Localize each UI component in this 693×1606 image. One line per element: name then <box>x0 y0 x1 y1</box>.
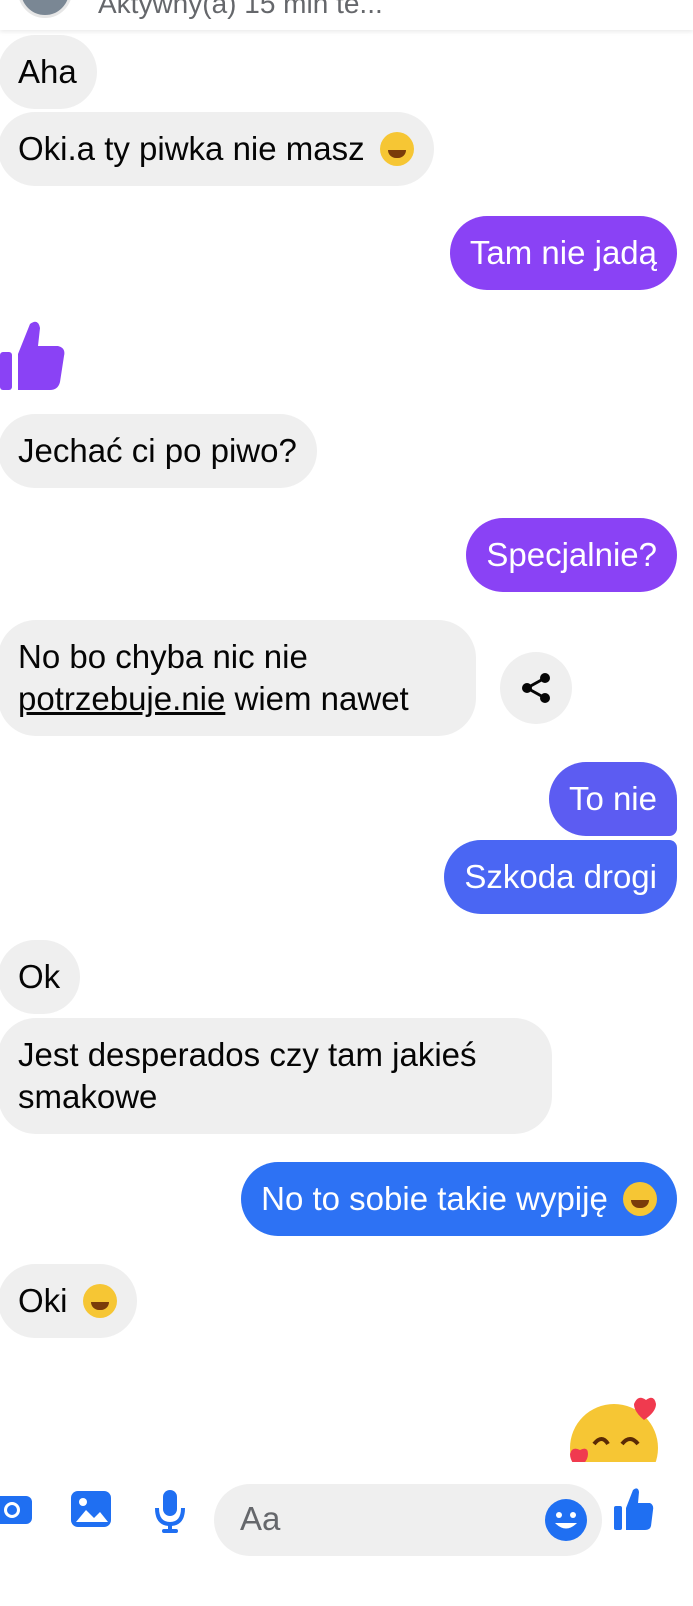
message-text: Specjalnie? <box>486 536 657 573</box>
message-text: Oki <box>18 1282 68 1319</box>
message-text: Jest desperados czy tam jakieś smakowe <box>18 1036 477 1115</box>
message-text: Tam nie jadą <box>469 234 657 271</box>
message-input[interactable]: Aa <box>214 1484 602 1556</box>
message-text: Oki.a ty piwka nie masz <box>18 130 365 167</box>
message-link[interactable]: potrzebuje.nie <box>18 680 225 717</box>
message-text: Jechać ci po piwo? <box>18 432 297 469</box>
smiley-icon <box>545 1499 587 1541</box>
message-outgoing[interactable]: Szkoda drogi <box>444 840 677 914</box>
message-text: No bo chyba nic nie <box>18 638 308 675</box>
message-text: wiem nawet <box>225 680 409 717</box>
message-outgoing[interactable]: Tam nie jadą <box>449 216 677 290</box>
camera-button[interactable] <box>0 1490 34 1531</box>
chat-header: Aktywny(a) 15 min te... <box>0 0 693 30</box>
message-text: To nie <box>568 780 657 817</box>
message-incoming[interactable]: Ok <box>0 940 81 1014</box>
message-outgoing[interactable]: Specjalnie? <box>466 518 677 592</box>
share-icon <box>522 673 550 703</box>
smiling-hearts-sticker[interactable] <box>568 1392 660 1464</box>
message-input-placeholder: Aa <box>240 1500 281 1537</box>
thumbs-up-icon <box>614 1488 654 1530</box>
message-text: Szkoda drogi <box>464 858 657 895</box>
message-text: No to sobie takie wypiję <box>261 1180 608 1217</box>
contact-avatar[interactable] <box>18 0 72 18</box>
message-incoming[interactable]: Oki.a ty piwka nie masz <box>0 112 434 186</box>
message-incoming[interactable]: Oki <box>0 1264 137 1338</box>
image-icon <box>71 1491 111 1527</box>
gallery-button[interactable] <box>70 1490 112 1535</box>
active-status: Aktywny(a) 15 min te... <box>98 0 383 19</box>
share-button[interactable] <box>500 652 572 724</box>
grinning-sweat-emoji <box>379 132 414 166</box>
message-text: Aha <box>18 53 77 90</box>
microphone-button[interactable] <box>154 1490 186 1539</box>
message-incoming[interactable]: Jest desperados czy tam jakieś smakowe <box>0 1018 552 1134</box>
message-incoming[interactable]: No bo chyba nic nie potrzebuje.nie wiem … <box>0 620 476 736</box>
message-incoming[interactable]: Jechać ci po piwo? <box>0 414 317 488</box>
microphone-icon <box>155 1490 185 1533</box>
message-outgoing[interactable]: No to sobie takie wypiję <box>241 1162 677 1236</box>
message-text: Ok <box>18 958 61 995</box>
kissing-heart-emoji <box>82 1284 117 1318</box>
grinning-emoji <box>623 1182 657 1216</box>
thumbs-up-icon[interactable] <box>0 318 66 397</box>
camera-icon <box>0 1496 32 1524</box>
message-incoming[interactable]: Aha <box>0 35 97 109</box>
emoji-picker-button[interactable] <box>544 1498 588 1547</box>
like-button[interactable] <box>614 1486 654 1537</box>
message-outgoing[interactable]: To nie <box>548 762 677 836</box>
